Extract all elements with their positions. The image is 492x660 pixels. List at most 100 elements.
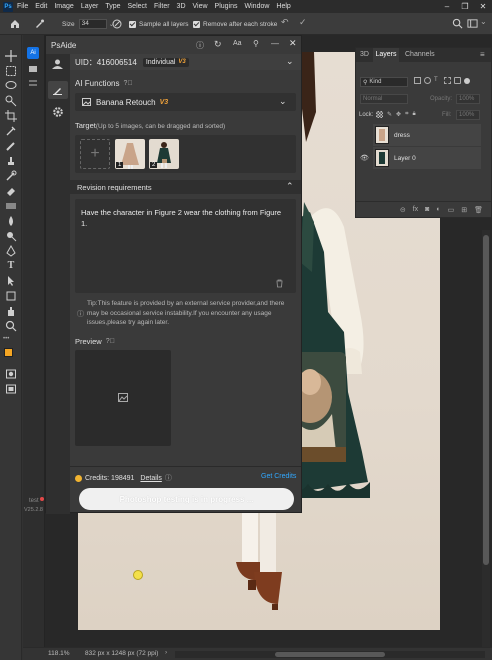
adjustment-layer-icon[interactable]: ◐ — [436, 206, 440, 213]
delete-layer-icon[interactable]: 🗑︎ — [474, 206, 483, 214]
menu-type[interactable]: Type — [105, 3, 120, 10]
lock-artboard-icon[interactable]: ⌗ — [405, 111, 408, 118]
menu-view[interactable]: View — [193, 3, 208, 10]
details-info-icon[interactable]: ⓘ — [165, 473, 172, 483]
foreground-color-swatch[interactable] — [4, 348, 13, 357]
refresh-icon[interactable]: ↻ — [214, 39, 222, 50]
help-icon[interactable]: ?⃝ — [106, 338, 115, 345]
search-icon[interactable] — [452, 18, 463, 29]
menu-filter[interactable]: Filter — [154, 3, 170, 10]
brush-settings-icon[interactable] — [111, 18, 123, 30]
preview-area[interactable] — [75, 350, 171, 446]
menu-window[interactable]: Window — [245, 3, 270, 10]
eyedropper-tool-icon[interactable] — [5, 125, 17, 137]
get-credits-link[interactable]: Get Credits — [261, 473, 296, 480]
details-link[interactable]: Details — [140, 475, 161, 482]
link-layers-icon[interactable]: ⊝ — [400, 206, 406, 214]
tab-3d[interactable]: 3D — [360, 51, 369, 58]
horizontal-scroll-thumb[interactable] — [275, 652, 385, 657]
sample-all-layers-checkbox[interactable]: Sample all layers — [129, 18, 189, 30]
new-layer-icon[interactable]: ⊞ — [461, 206, 467, 214]
hand-tool-icon[interactable] — [5, 305, 17, 317]
sidebar-item-edit[interactable] — [48, 81, 68, 99]
revision-textarea[interactable]: Have the character in Figure 2 wear the … — [75, 199, 296, 293]
target-thumbnail-1[interactable]: 1 — [115, 139, 145, 169]
close-panel-icon[interactable]: ✕ — [289, 38, 297, 49]
minimize-panel-icon[interactable]: — — [271, 39, 279, 48]
tab-channels[interactable]: Channels — [405, 51, 435, 58]
menu-plugins[interactable]: Plugins — [215, 3, 238, 10]
pen-tool-icon[interactable] — [5, 245, 17, 257]
opacity-input[interactable]: 100% — [456, 94, 480, 104]
quick-mask-icon[interactable] — [5, 368, 17, 380]
lock-brush-icon[interactable]: ✎ — [387, 111, 392, 118]
quick-selection-tool-icon[interactable] — [5, 95, 17, 107]
lock-transparent-icon[interactable] — [376, 111, 383, 118]
adjustments-icon[interactable] — [28, 78, 38, 88]
menu-help[interactable]: Help — [276, 3, 290, 10]
settings-gear-icon[interactable] — [52, 106, 64, 118]
rectangle-tool-icon[interactable] — [5, 290, 17, 302]
font-size-icon[interactable]: Aa — [233, 40, 242, 47]
menu-edit[interactable]: Edit — [35, 3, 47, 10]
zoom-level[interactable]: 118.1% — [48, 650, 70, 657]
tab-layers[interactable]: Layers — [373, 48, 399, 62]
menu-select[interactable]: Select — [128, 3, 147, 10]
ellipsis-icon[interactable]: ••• — [3, 336, 9, 342]
zoom-tool-icon[interactable] — [5, 320, 17, 332]
commit-check-icon[interactable]: ✓ — [299, 17, 307, 28]
blend-mode-select[interactable]: Normal — [360, 94, 408, 104]
add-mask-icon[interactable]: ◙ — [425, 206, 429, 213]
help-icon[interactable]: ?⃝ — [123, 80, 132, 87]
spot-healing-brush-icon[interactable] — [33, 18, 45, 30]
filter-type-icon[interactable]: T — [434, 77, 441, 84]
menu-3d[interactable]: 3D — [177, 3, 186, 10]
new-group-icon[interactable]: ▭ — [448, 206, 455, 214]
panel-menu-icon[interactable]: ≡ — [480, 50, 485, 59]
status-chevron-icon[interactable]: › — [165, 649, 167, 656]
type-tool-icon[interactable]: T — [5, 260, 17, 272]
trash-icon[interactable] — [275, 279, 284, 288]
fx-icon[interactable]: fx — [413, 206, 418, 213]
uid-chevron-icon[interactable]: ⌄ — [286, 56, 294, 67]
marquee-tool-icon[interactable] — [5, 65, 17, 77]
restore-button[interactable]: ❐ — [456, 0, 474, 13]
filter-pixel-icon[interactable] — [414, 77, 421, 84]
path-selection-tool-icon[interactable] — [5, 275, 17, 287]
eraser-tool-icon[interactable] — [5, 185, 17, 197]
vertical-scroll-thumb[interactable] — [483, 235, 489, 565]
workspace-icon[interactable] — [467, 18, 478, 29]
visibility-eye-icon[interactable]: 👁︎ — [360, 154, 369, 162]
move-tool-icon[interactable] — [5, 50, 17, 62]
screen-mode-icon[interactable] — [5, 383, 17, 395]
lock-move-icon[interactable]: ✥ — [396, 111, 401, 118]
lasso-tool-icon[interactable] — [5, 80, 17, 92]
remove-after-stroke-checkbox[interactable]: Remove after each stroke — [193, 18, 277, 30]
brush-tool-icon[interactable] — [5, 140, 17, 152]
fill-input[interactable]: 100% — [456, 110, 480, 120]
lock-all-icon[interactable]: 🔒︎ — [412, 111, 415, 118]
dodge-tool-icon[interactable] — [5, 230, 17, 242]
undo-icon[interactable]: ↶ — [281, 17, 289, 28]
libraries-icon[interactable] — [28, 64, 38, 74]
size-input[interactable]: 34 — [78, 19, 107, 29]
filter-adjustment-icon[interactable] — [424, 77, 431, 84]
filter-kind-select[interactable]: ⚲ Kind — [360, 77, 408, 87]
close-window-button[interactable]: ✕ — [474, 0, 492, 13]
menu-layer[interactable]: Layer — [81, 3, 99, 10]
target-thumbnail-2[interactable]: 2 — [149, 139, 179, 169]
stamp-tool-icon[interactable] — [5, 155, 17, 167]
gradient-tool-icon[interactable] — [5, 200, 17, 212]
ai-plugin-icon[interactable]: Ai — [27, 47, 39, 59]
pin-icon[interactable]: ⚲ — [253, 39, 259, 48]
info-icon[interactable]: ⓘ — [196, 40, 204, 51]
add-image-button[interactable]: + — [80, 139, 110, 169]
history-brush-tool-icon[interactable] — [5, 170, 17, 182]
progress-button[interactable]: Photoshop testing is in progress ... — [79, 488, 294, 510]
layer-row-dress[interactable]: dress — [373, 124, 481, 146]
crop-tool-icon[interactable] — [5, 110, 17, 122]
filter-smart-icon[interactable] — [454, 77, 461, 84]
filter-shape-icon[interactable] — [444, 77, 451, 84]
layer-row-layer-0[interactable]: Layer 0 — [373, 147, 481, 169]
menu-file[interactable]: File — [17, 3, 28, 10]
